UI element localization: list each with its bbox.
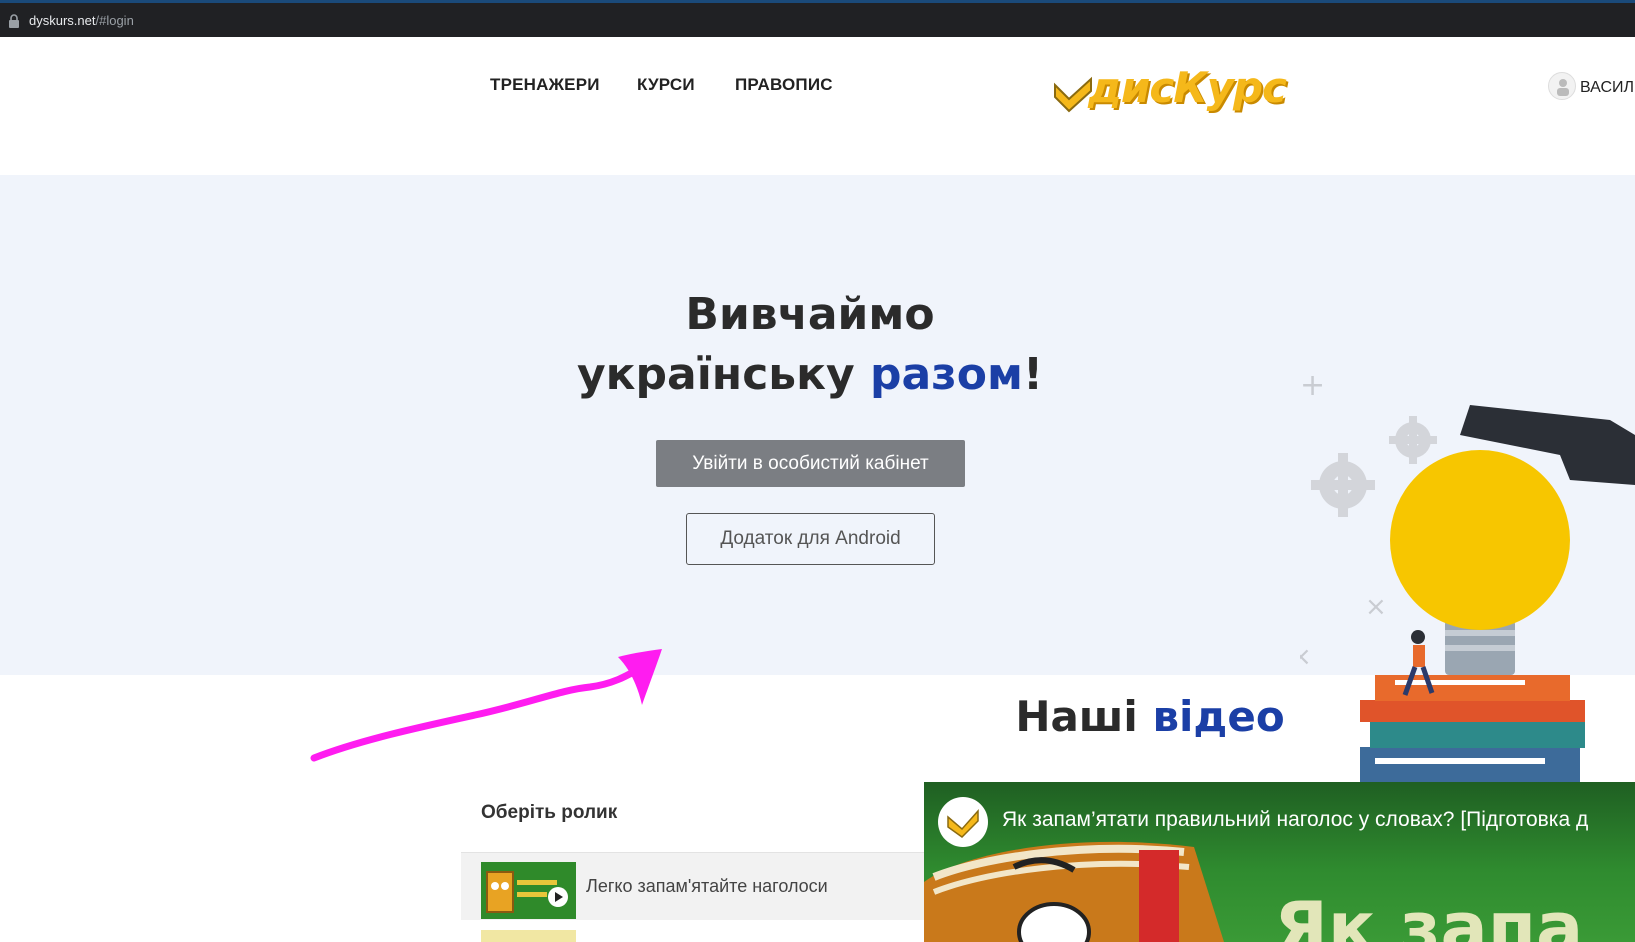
hero-title-exclamation: ! — [1022, 349, 1044, 400]
login-button[interactable]: Увійти в особистий кабінет — [656, 440, 965, 487]
hero-title: Вивчаймо українську разом! — [500, 285, 1120, 405]
player-book-cartoon: Як запа — [924, 841, 1583, 942]
play-icon — [548, 887, 568, 907]
hero-title-word: українську — [576, 349, 855, 400]
svg-text:Як запа: Як запа — [1274, 887, 1583, 942]
svg-text:×: × — [1365, 592, 1387, 622]
url-path: /#login — [95, 13, 134, 28]
hero-title-line2: українську разом! — [500, 345, 1120, 405]
lightbulb-books-illustration: + × × + — [1300, 375, 1635, 810]
logo-text: дисКурс — [1088, 63, 1287, 112]
videos-title: Наші відео — [980, 692, 1320, 741]
nav-item-spelling[interactable]: ПРАВОПИС — [735, 75, 833, 95]
lock-icon — [9, 14, 19, 28]
videos-title-word: Наші — [1015, 692, 1138, 741]
url-text[interactable]: dyskurs.net/#login — [29, 13, 134, 28]
hero-title-accent: разом — [869, 349, 1023, 400]
channel-logo-icon — [938, 797, 988, 847]
svg-text:+: + — [1300, 375, 1325, 403]
hero-title-line1: Вивчаймо — [685, 289, 935, 340]
hero-section: Вивчаймо українську разом! Увійти в особ… — [0, 175, 1635, 810]
url-domain: dyskurs.net — [29, 13, 96, 28]
nav-item-courses[interactable]: КУРСИ — [637, 75, 695, 95]
video-item-label: Легко запам'ятайте наголоси — [586, 876, 828, 896]
video-thumbnail-partial[interactable] — [481, 930, 576, 942]
video-list: Оберіть ролик Легко запам'ятайте наголос… — [461, 778, 925, 942]
player-title[interactable]: Як запам’ятати правильний наголос у слов… — [1002, 808, 1588, 832]
video-player[interactable]: Як запа Як запам’ятати правильний наголо… — [924, 782, 1635, 942]
logo-check-icon — [1054, 76, 1092, 113]
video-thumbnail — [481, 862, 576, 919]
user-name: ВАСИЛ — [1580, 79, 1635, 96]
site-header: ТРЕНАЖЕРИ КУРСИ ПРАВОПИС дисКурс ВАСИЛ — [0, 37, 1635, 175]
user-avatar-icon — [1548, 72, 1576, 100]
video-list-title: Оберіть ролик — [481, 802, 618, 823]
android-app-button[interactable]: Додаток для Android — [686, 513, 935, 565]
site-logo[interactable]: дисКурс — [1050, 63, 1287, 121]
video-list-item[interactable]: Легко запам'ятайте наголоси — [461, 852, 925, 920]
browser-address-bar: dyskurs.net/#login — [0, 0, 1635, 37]
annotation-arrow — [310, 649, 662, 762]
nav-item-trainers[interactable]: ТРЕНАЖЕРИ — [490, 75, 600, 95]
svg-text:×: × — [1300, 642, 1312, 672]
videos-title-accent: відео — [1152, 692, 1285, 741]
